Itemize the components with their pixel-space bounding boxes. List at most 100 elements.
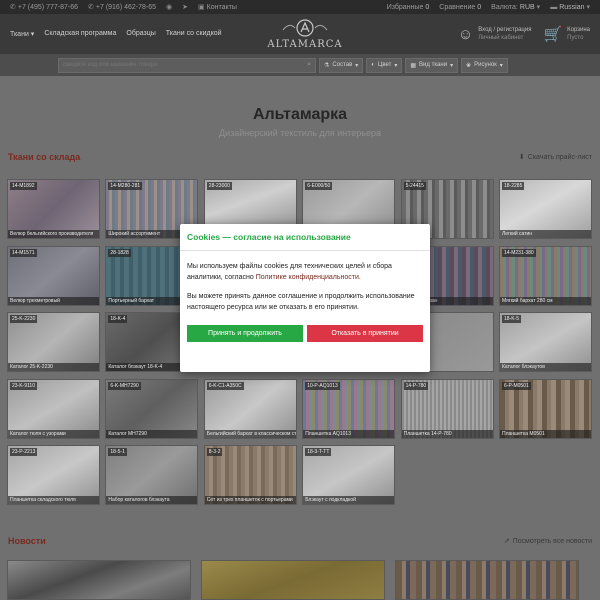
product-tile[interactable]: 8-3-2 Сет из трех планшеток с портьерами xyxy=(203,445,297,505)
palette-icon: ◐ xyxy=(371,62,375,68)
product-tile[interactable]: 6-K-MH7290 Каталог MH7290 xyxy=(105,378,199,439)
currency-select[interactable]: Валюта: RUB ▾ xyxy=(491,3,540,12)
product-code: 28-23000 xyxy=(206,182,232,190)
grid-icon: ▦ xyxy=(410,62,417,69)
phone-icon: ✆ xyxy=(88,4,94,11)
product-tile[interactable]: 18-5-1 Набор каталогов блэкаута xyxy=(105,445,199,505)
product-tile[interactable]: 6-P-M0501 Планшетка M0501 xyxy=(499,378,592,439)
site-logo[interactable]: ALTAMARCA xyxy=(265,18,345,52)
product-tile[interactable]: 23-K-9110 Каталог тюля с узорами xyxy=(7,378,100,439)
cookie-consent-dialog: Cookies — согласие на использование Мы и… xyxy=(180,224,430,372)
product-tile[interactable]: 14-M1892 Велюр бельгийского производителя xyxy=(7,179,100,239)
filter-bar: ⌕ ⚗Состав▾ ◐Цвет▾ ▦Вид ткани▾ ❀Рисунок▾ xyxy=(0,54,600,76)
news-list xyxy=(7,560,593,600)
product-caption: Сет из трех планшеток с портьерами xyxy=(204,496,296,504)
product-code: 14-M1571 xyxy=(10,248,37,257)
product-code: 6-K-C1-A350C xyxy=(206,381,244,390)
login-link[interactable]: ☺ Вход / регистрация Личный кабинет xyxy=(458,26,532,43)
product-code: 14-P-780 xyxy=(403,381,429,390)
accept-cookies-button[interactable]: Принять и продолжить xyxy=(187,325,303,342)
book-icon: ▣ xyxy=(198,4,205,11)
all-news-link[interactable]: ↗ Посмотреть все новости xyxy=(503,537,592,546)
news-section-title: Новости xyxy=(8,536,46,546)
favorites-link[interactable]: Избранные 0 xyxy=(387,4,430,11)
whatsapp-icon[interactable]: ◉ xyxy=(166,3,172,11)
product-tile[interactable]: 23-P-2213 Планшетка складского тюля xyxy=(7,445,100,505)
product-code: 6-K-MH7290 xyxy=(108,381,141,390)
product-caption: Планшетка M0501 xyxy=(500,429,591,438)
product-code: 10-P-AQ1013 xyxy=(305,381,340,390)
cart-link[interactable]: 🛒 Корзина Пусто xyxy=(543,25,590,43)
product-code: 18-K-4 xyxy=(108,315,128,323)
product-caption: Каталог тюля с узорами xyxy=(8,429,99,438)
cookie-dialog-text-2: Вы можете принять данное соглашение и пр… xyxy=(187,293,415,311)
product-tile[interactable]: 14-M1571 Велюр трехметровый xyxy=(7,245,100,306)
search-icon[interactable]: ⌕ xyxy=(307,61,311,69)
product-code: 14-M280-281 xyxy=(108,182,143,190)
stock-section-header: Ткани со склада ⬇ Скачать прайс-лист xyxy=(0,152,600,162)
product-code: 28-1828 xyxy=(108,248,131,257)
product-tile[interactable]: 6-K-C1-A350C Бельгийский бархат в классич… xyxy=(203,378,297,439)
product-caption: Легкий сатин xyxy=(500,230,591,238)
page-subtitle: Дизайнерский текстиль для интерьера xyxy=(218,128,382,138)
filter-pattern-button[interactable]: ❀ Рисунок ▾ xyxy=(461,57,508,73)
product-tile[interactable]: 14-P-780 Планшетка 14-P-780 xyxy=(400,378,494,439)
telegram-icon[interactable]: ➤ xyxy=(182,3,188,11)
product-code: 5-24415 xyxy=(403,182,426,190)
news-card[interactable] xyxy=(395,560,579,600)
product-caption: Велюр трехметровый xyxy=(8,296,99,305)
product-tile[interactable]: 18-2285 Легкий сатин xyxy=(499,179,592,239)
product-tile[interactable]: 10-P-AQ1013 Планшетка AQ1013 xyxy=(302,378,396,439)
nav-item-fabrics[interactable]: Ткани ▾ xyxy=(10,30,34,38)
product-code: 14-M231-380 xyxy=(502,248,536,257)
privacy-policy-link[interactable]: Политике конфиденциальности xyxy=(256,274,359,281)
cart-icon: 🛒 xyxy=(543,26,563,43)
product-tile[interactable]: 18-3-T-TT Блэкаут с подкладкой xyxy=(302,445,396,505)
news-card[interactable] xyxy=(201,560,385,600)
product-tile[interactable]: 14-M231-380 Мягкий бархат 280 см xyxy=(499,245,592,306)
product-caption: Каталог блэкаутов xyxy=(500,363,591,371)
cookie-dialog-title: Cookies — согласие на использование xyxy=(187,232,351,242)
product-code: 6-P-M0501 xyxy=(502,381,531,390)
product-caption: Набор каталогов блэкаута xyxy=(106,496,198,504)
filter-composition-button[interactable]: ⚗ Состав ▾ xyxy=(319,57,364,73)
compare-link[interactable]: Сравнение 0 xyxy=(439,4,481,11)
external-link-icon: ↗ xyxy=(503,538,510,545)
chevron-down-icon: ▾ xyxy=(450,62,454,69)
contacts-link[interactable]: ▣ Контакты xyxy=(198,3,237,12)
main-header: Ткани ▾ Складская программа Образцы Ткан… xyxy=(0,14,600,54)
divider xyxy=(180,250,430,251)
product-caption: Планшетка складского тюля xyxy=(8,496,99,504)
phone-link-1[interactable]: ✆ +7 (495) 777-87-66 xyxy=(10,3,78,12)
chevron-down-icon: ▾ xyxy=(355,62,359,69)
download-price-link[interactable]: ⬇ Скачать прайс-лист xyxy=(518,153,592,162)
stock-section-title: Ткани со склада xyxy=(8,152,81,162)
product-code: 18-K-5 xyxy=(502,315,522,323)
product-tile[interactable]: 18-K-5 Каталог блэкаутов xyxy=(499,312,592,372)
filter-color-button[interactable]: ◐ Цвет ▾ xyxy=(366,57,403,73)
nav-item-stock[interactable]: Складская программа xyxy=(44,30,116,38)
composition-icon: ⚗ xyxy=(324,62,330,69)
product-caption: Каталог 25-K-2230 xyxy=(8,363,99,371)
product-caption: Велюр бельгийского производителя xyxy=(8,230,99,238)
product-code: 14-M1892 xyxy=(10,182,37,190)
filter-type-button[interactable]: ▦ Вид ткани ▾ xyxy=(405,57,459,73)
chevron-down-icon: ▾ xyxy=(586,4,590,11)
language-select[interactable]: ▬ Russian ▾ xyxy=(550,3,590,12)
nav-item-discount[interactable]: Ткани со скидкой xyxy=(166,30,222,38)
product-caption: Бельгийский бархат в классическом стиле xyxy=(204,429,296,438)
main-nav: Ткани ▾ Складская программа Образцы Ткан… xyxy=(10,30,222,38)
news-card[interactable] xyxy=(7,560,191,600)
product-code: 18-5-1 xyxy=(108,448,127,456)
reject-cookies-button[interactable]: Отказать в принятии xyxy=(307,325,423,342)
top-bar: ✆ +7 (495) 777-87-66 ✆ +7 (916) 462-78-65 … xyxy=(0,0,600,14)
phone-link-2[interactable]: ✆ +7 (916) 462-78-65 xyxy=(88,3,156,12)
nav-item-samples[interactable]: Образцы xyxy=(126,30,155,38)
news-section-header: Новости ↗ Посмотреть все новости xyxy=(0,536,600,546)
download-icon: ⬇ xyxy=(518,154,525,161)
product-caption: Планшетка 14-P-780 xyxy=(401,429,493,438)
product-tile[interactable]: 25-K-2230 Каталог 25-K-2230 xyxy=(7,312,100,372)
pattern-icon: ❀ xyxy=(466,62,472,69)
flag-icon: ▬ xyxy=(550,3,558,11)
search-input[interactable] xyxy=(63,62,308,68)
